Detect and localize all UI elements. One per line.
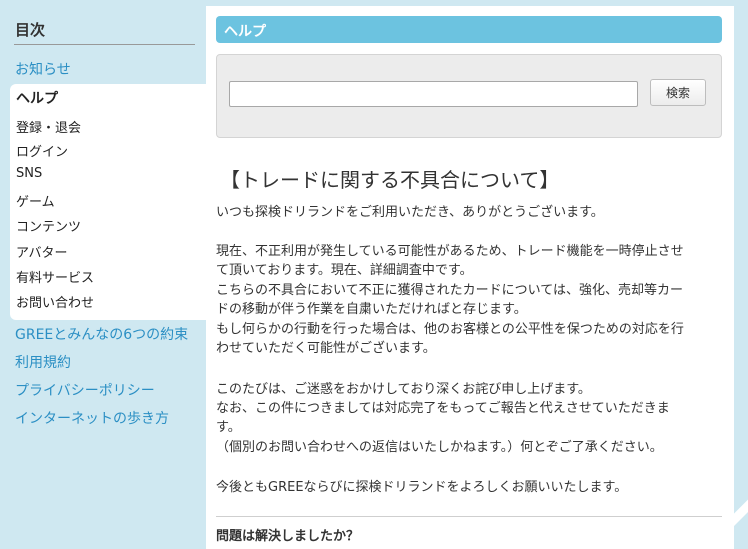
article-line: （個別のお問い合わせへの返信はいたしかねます。）何とぞご了承ください。 xyxy=(216,440,663,455)
feedback-question: 問題は解決しましたか？ xyxy=(216,529,360,544)
sidebar-subitem-registration[interactable]: 登録・退会 xyxy=(16,117,81,136)
article-line: ドの移動が伴う作業を自粛いただければと存じます。 xyxy=(216,302,527,317)
article-title: 【トレードに関する不具合について】 xyxy=(220,168,560,192)
sidebar-link-privacy[interactable]: プライバシーポリシー xyxy=(15,380,155,400)
sidebar-subitem-contents[interactable]: コンテンツ xyxy=(16,216,81,235)
sidebar-subitem-contact[interactable]: お問い合わせ xyxy=(16,292,94,311)
sidebar-link-internet-guide[interactable]: インターネットの歩き方 xyxy=(15,408,169,428)
page-title: ヘルプ xyxy=(224,24,266,40)
search-input[interactable] xyxy=(229,81,638,107)
article-line: す。 xyxy=(216,420,241,435)
article-line: わせていただく可能性がございます。 xyxy=(216,341,436,356)
sidebar-subitem-avatar[interactable]: アバター xyxy=(16,242,67,261)
sidebar-subitem-paid-services[interactable]: 有料サービス xyxy=(16,267,94,286)
feedback-divider xyxy=(216,516,722,517)
sidebar-help-section: ヘルプ 登録・退会 ログイン SNS ゲーム コンテンツ アバター 有料サービス… xyxy=(10,84,207,320)
article-line: このたびは、ご迷惑をおかけしており深くお詫び申し上げます。 xyxy=(216,382,591,397)
sidebar-link-terms[interactable]: 利用規約 xyxy=(15,352,71,372)
sidebar: 目次 お知らせ ヘルプ 登録・退会 ログイン SNS ゲーム コンテンツ アバタ… xyxy=(0,0,207,549)
article-line: なお、この件につきましては対応完了をもってご報告と代えさせていただきま xyxy=(216,401,670,416)
sidebar-link-promises[interactable]: GREEとみんなの6つの約束 xyxy=(15,324,188,344)
article-line: いつも探検ドリランドをご利用いただき、ありがとうございます。 xyxy=(216,205,604,220)
main-content: ヘルプ 検索 【トレードに関する不具合について】 いつも探検ドリランドをご利用い… xyxy=(206,6,734,549)
sidebar-subitem-sns[interactable]: SNS xyxy=(16,166,42,181)
article-line: もし何らかの行動を行った場合は、他のお客様との公平性を保つための対応を行 xyxy=(216,322,684,337)
search-panel: 検索 xyxy=(216,54,722,138)
article-line: 現在、不正利用が発生している可能性があるため、トレード機能を一時停止させ xyxy=(216,244,684,259)
page-title-bar: ヘルプ xyxy=(216,16,722,43)
article-line: て頂いております。現在、詳細調査中です。 xyxy=(216,263,473,278)
sidebar-subitem-game[interactable]: ゲーム xyxy=(16,191,55,210)
search-button[interactable]: 検索 xyxy=(650,79,706,106)
toc-divider xyxy=(14,44,195,45)
right-margin xyxy=(734,0,748,549)
sidebar-subitem-login[interactable]: ログイン xyxy=(16,141,68,160)
sidebar-item-help[interactable]: ヘルプ xyxy=(16,88,58,108)
article-line: こちらの不具合において不正に獲得されたカードについては、強化、売却等カー xyxy=(216,283,683,298)
toc-title: 目次 xyxy=(15,21,46,39)
decorative-graphic xyxy=(734,480,748,549)
sidebar-link-news[interactable]: お知らせ xyxy=(15,59,71,79)
article-line: 今後ともGREEならびに探検ドリランドをよろしくお願いいたします。 xyxy=(216,480,628,495)
